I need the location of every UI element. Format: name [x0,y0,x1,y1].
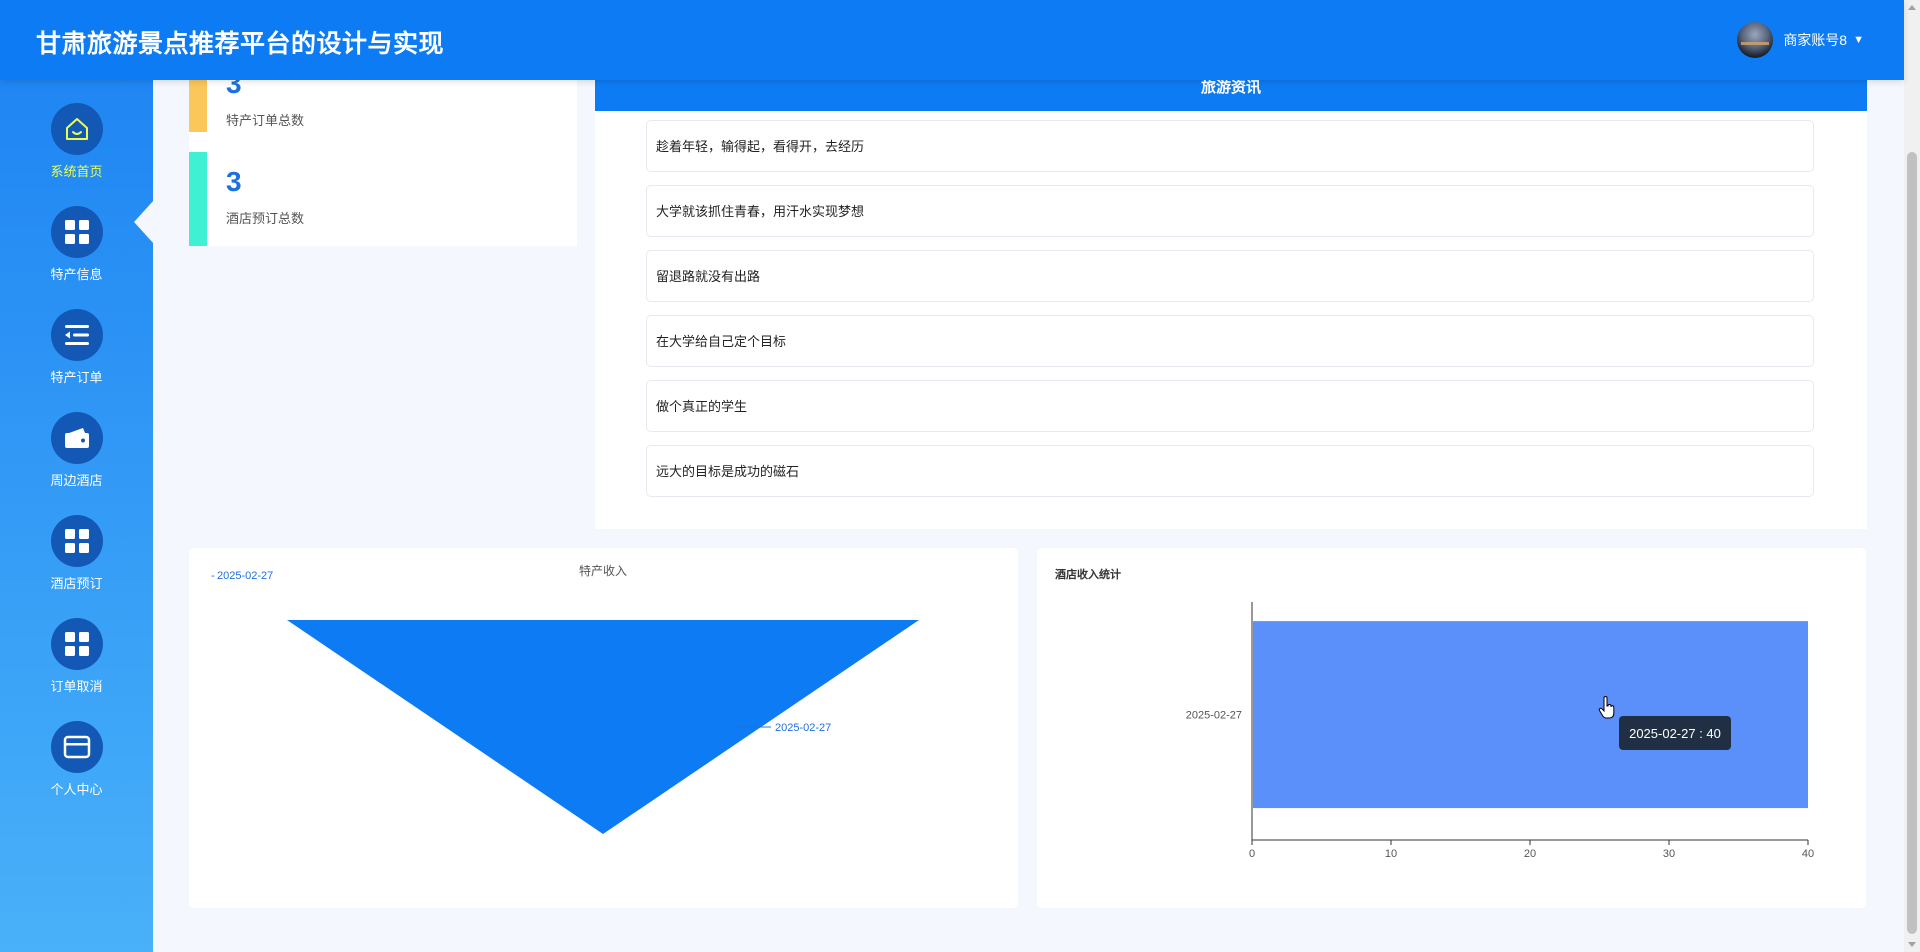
stat-value: 3 [226,166,242,197]
tooltip-text: 2025-02-27 : 40 [1629,726,1721,741]
grid-icon [50,618,103,670]
bar[interactable] [1253,621,1808,809]
news-item[interactable]: 在大学给自己定个目标 [646,315,1814,367]
news-item[interactable]: 做个真正的学生 [646,380,1814,432]
sidebar-item-label: 系统首页 [50,164,103,179]
stat-label: 特产订单总数 [226,113,305,128]
legend-marker[interactable]: - [211,570,215,582]
sidebar-item-hotel-booking[interactable]: 酒店预订 [0,515,153,592]
bar-chart: 酒店收入统计 0 10 20 30 40 2025-02-27 2025-02-27 : 4… [1055,567,1814,860]
news-title: 旅游资讯 [1200,79,1261,96]
wallet-icon [50,412,103,464]
user-name[interactable]: 商家账号8 [1783,30,1847,50]
grid-icon [50,206,103,258]
caret-down-icon[interactable]: ▼ [1853,34,1864,46]
funnel-chart: 特产收入 - 2025-02-27 2025-02-27 [211,563,919,834]
app-title: 甘肃旅游景点推荐平台的设计与实现 [36,30,445,58]
stat-color-bar [189,152,207,246]
sidebar-item-order-cancel[interactable]: 订单取消 [0,618,153,695]
sidebar-item-label: 个人中心 [50,782,103,797]
stat-card-hotel-bookings: 3 酒店预订总数 [189,152,577,246]
stat-label: 酒店预订总数 [226,211,305,226]
legend-label[interactable]: 2025-02-27 [217,570,273,582]
x-tick-label: 20 [1524,848,1536,860]
chart-title: 特产收入 [579,563,627,578]
news-item[interactable]: 远大的目标是成功的磁石 [646,445,1814,497]
stats-panel: 3 特产订单总数 3 酒店预订总数 [189,66,577,246]
x-tick-label: 40 [1802,848,1814,860]
x-tick-label: 30 [1663,848,1675,860]
list-icon [50,309,103,361]
home-icon [50,103,103,155]
hotel-income-chart-panel: 酒店收入统计 0 10 20 30 40 2025-02-27 2025-02-27 : 4… [1037,548,1866,908]
scroll-down-arrow-icon[interactable] [1908,942,1916,947]
top-header: 甘肃旅游景点推荐平台的设计与实现 商家账号8 ▼ [0,0,1904,80]
sidebar-item-label: 特产订单 [50,370,103,385]
news-item[interactable]: 大学就该抓住青春，用汗水实现梦想 [646,185,1814,237]
news-item[interactable]: 趁着年轻，输得起，看得开，去经历 [646,120,1814,172]
y-tick-label: 2025-02-27 [1186,710,1242,722]
hand-cursor-icon [1598,696,1615,719]
sidebar-item-home[interactable]: 系统首页 [0,103,153,180]
vertical-scrollbar[interactable] [1904,0,1920,952]
sidebar: 系统首页 特产信息 特产订单 周边酒店 酒店预订 订单取消 个人中心 [0,80,154,952]
funnel-data-label: 2025-02-27 [775,722,831,734]
avatar[interactable] [1737,22,1774,58]
user-menu[interactable]: 商家账号8 ▼ [1737,22,1864,58]
sidebar-item-profile[interactable]: 个人中心 [0,721,153,798]
grid-icon [50,515,103,567]
sidebar-item-products[interactable]: 特产信息 [0,206,153,283]
chart-tooltip: 2025-02-27 : 40 [1619,716,1731,750]
scroll-up-arrow-icon[interactable] [1908,5,1916,10]
card-icon [50,721,103,773]
news-panel: 旅游资讯 趁着年轻，输得起，看得开，去经历 大学就该抓住青春，用汗水实现梦想 留… [595,66,1867,529]
active-indicator [134,200,154,244]
sidebar-item-label: 酒店预订 [50,576,103,591]
x-tick-label: 0 [1249,848,1255,860]
sidebar-item-label: 订单取消 [50,679,103,694]
sidebar-item-hotels[interactable]: 周边酒店 [0,412,153,489]
sidebar-item-product-orders[interactable]: 特产订单 [0,309,153,386]
sidebar-item-label: 周边酒店 [50,473,103,488]
chart-title: 酒店收入统计 [1055,567,1121,581]
news-item[interactable]: 留退路就没有出路 [646,250,1814,302]
sidebar-item-label: 特产信息 [50,267,103,282]
x-tick-label: 10 [1385,848,1397,860]
product-income-chart-panel: 特产收入 - 2025-02-27 2025-02-27 [189,548,1018,908]
scroll-thumb[interactable] [1907,152,1917,934]
